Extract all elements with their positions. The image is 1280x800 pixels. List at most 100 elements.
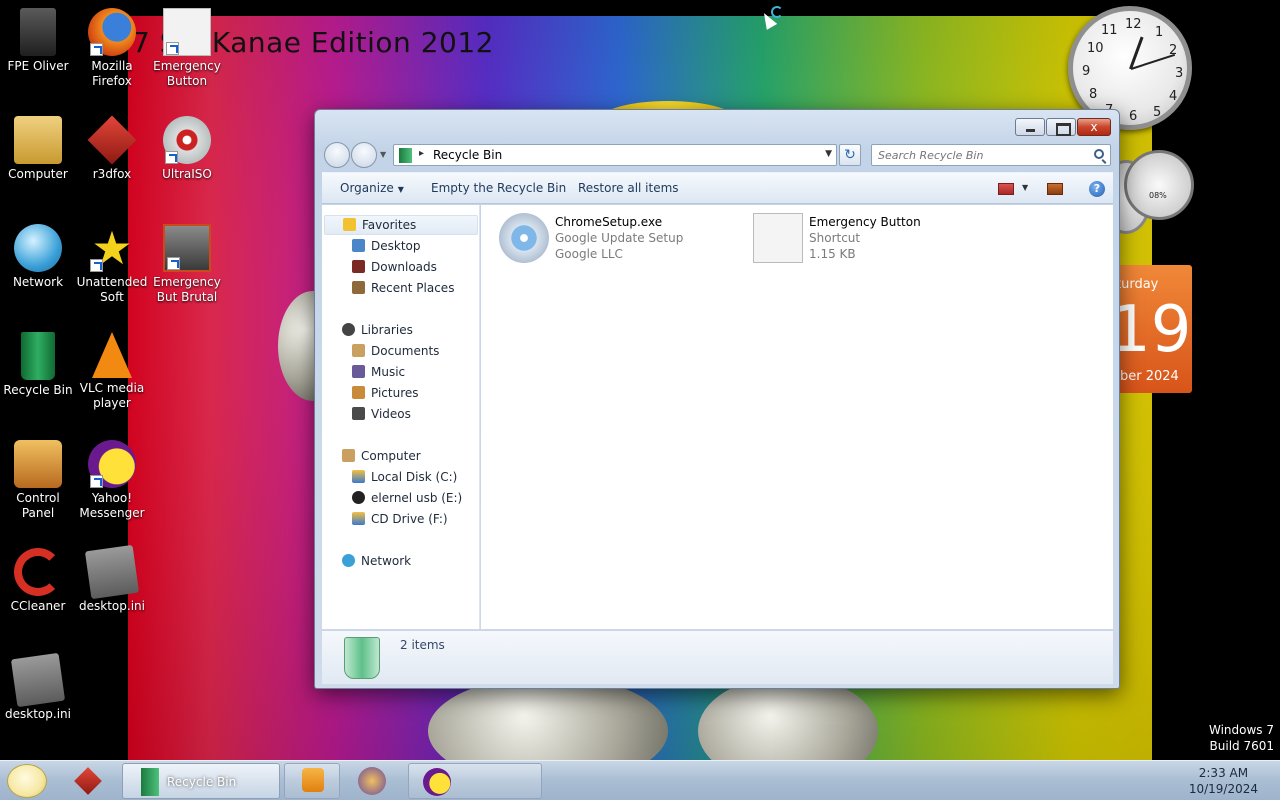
minimize-button[interactable] (1015, 118, 1045, 136)
view-options-dropdown[interactable]: ▼ (1022, 183, 1028, 192)
taskbar-recycle-bin[interactable]: Recycle Bin (122, 763, 280, 799)
close-icon: x (1090, 120, 1098, 134)
desktop-icon-fpe-oliver[interactable]: FPE Oliver (0, 8, 76, 74)
desktop-icon-label: Network (12, 275, 64, 289)
nav-local-disk[interactable]: Local Disk (C:) (352, 470, 457, 484)
clock-date: 10/19/2024 (1188, 782, 1258, 796)
recycle-bin-icon (141, 768, 159, 796)
restore-all-items-button[interactable]: Restore all items (578, 181, 679, 195)
desktop-icon-yahoo[interactable]: Yahoo! Messenger (74, 440, 150, 521)
taskbar-r3dfox[interactable] (60, 763, 120, 799)
desktop-icon-label: FPE Oliver (7, 59, 69, 73)
nav-computer[interactable]: Computer (342, 449, 421, 463)
desktop-icon-label: desktop.ini (5, 707, 71, 721)
help-icon[interactable]: ? (1089, 181, 1105, 197)
desktop-icon-ultraiso[interactable]: UltraISO (149, 116, 225, 182)
address-history-dropdown[interactable]: ▼ (825, 149, 832, 159)
computer-icon (14, 116, 62, 164)
computer-icon (342, 449, 355, 462)
system-clock[interactable]: 2:33 AM 10/19/2024 (1189, 765, 1258, 797)
chevron-down-icon: ▼ (397, 185, 404, 194)
nav-documents[interactable]: Documents (352, 344, 439, 358)
shortcut-icon (753, 213, 803, 263)
star-icon: ★ (90, 221, 133, 275)
file-size: 1.15 KB (809, 247, 856, 261)
taskbar-label: Recycle Bin (167, 775, 237, 789)
nav-label: Videos (371, 407, 411, 421)
nav-music[interactable]: Music (352, 365, 405, 379)
nav-network[interactable]: Network (342, 554, 411, 568)
nav-downloads[interactable]: Downloads (352, 260, 437, 274)
file-item[interactable]: ChromeSetup.exe Google Update Setup Goog… (499, 211, 749, 267)
nav-recent-places[interactable]: Recent Places (352, 281, 454, 295)
command-bar: Organize ▼ Empty the Recycle Bin Restore … (322, 172, 1113, 204)
organize-menu-button[interactable]: Organize ▼ (340, 181, 404, 195)
desktop-icon-firefox[interactable]: Mozilla Firefox (74, 8, 150, 89)
desktop-icon-control-panel[interactable]: Control Panel (0, 440, 76, 521)
preview-pane-icon[interactable] (1047, 183, 1063, 195)
nav-label: Desktop (371, 239, 421, 253)
emergency-button-icon (163, 8, 211, 56)
breadcrumb-recycle-bin[interactable]: Recycle Bin (433, 148, 502, 162)
desktop-icon-desktop-ini-2[interactable]: desktop.ini (0, 652, 76, 722)
search-box[interactable] (871, 144, 1111, 166)
yahoo-messenger-icon (88, 440, 136, 488)
nav-cd-drive[interactable]: CD Drive (F:) (352, 512, 448, 526)
desktop-icon-desktop-ini[interactable]: desktop.ini (74, 544, 150, 614)
address-bar[interactable]: ▸ Recycle Bin ▼ (393, 144, 837, 166)
clock-number: 12 (1125, 17, 1142, 32)
desktop-icon-emergency-brutal[interactable]: Emergency But Brutal (149, 224, 225, 305)
refresh-icon: ↻ (844, 147, 856, 163)
desktop-icon-emergency-button[interactable]: Emergency Button (149, 8, 225, 89)
clock-minute-hand (1130, 53, 1176, 70)
clock-time: 2:33 AM (1198, 766, 1249, 780)
empty-recycle-bin-button[interactable]: Empty the Recycle Bin (431, 181, 566, 195)
forward-button[interactable] (351, 142, 377, 168)
close-button[interactable]: x (1077, 118, 1111, 136)
search-icon[interactable] (1094, 149, 1104, 159)
windows-build-watermark: Windows 7 Build 7601 (1209, 722, 1274, 754)
file-description: Google Update Setup (555, 231, 684, 245)
recycle-bin-small-icon (399, 148, 412, 163)
desktop-icon-unattended-soft[interactable]: ★ Unattended Soft (74, 224, 150, 305)
desktop-icon-label: Emergency But Brutal (153, 275, 221, 304)
busy-spinner-icon (771, 6, 783, 18)
nav-libraries[interactable]: Libraries (342, 323, 413, 337)
taskbar-control-panel[interactable] (344, 763, 404, 799)
desktop-icon-vlc[interactable]: VLC media player (74, 332, 150, 411)
taskbar-yahoo-messenger[interactable] (408, 763, 542, 799)
file-name: Emergency Button (809, 215, 921, 229)
back-button[interactable] (324, 142, 350, 168)
desktop-icon-network[interactable]: Network (0, 224, 76, 290)
nav-favorites[interactable]: Favorites (324, 215, 478, 235)
nav-pictures[interactable]: Pictures (352, 386, 419, 400)
start-button[interactable] (7, 764, 47, 798)
nav-usb-drive[interactable]: elernel usb (E:) (352, 491, 462, 505)
recent-pages-dropdown[interactable]: ▼ (380, 150, 386, 159)
search-input[interactable] (872, 145, 1082, 165)
nav-videos[interactable]: Videos (352, 407, 411, 421)
nav-label: Computer (361, 449, 421, 463)
nav-label: Recent Places (371, 281, 455, 295)
refresh-button[interactable]: ↻ (839, 144, 861, 166)
desktop-icon-recycle-bin[interactable]: Recycle Bin (0, 332, 76, 398)
file-item[interactable]: Emergency Button Shortcut 1.15 KB (753, 211, 1003, 267)
desktop-icon-label: Recycle Bin (3, 383, 73, 397)
file-type: Shortcut (809, 231, 861, 245)
nav-desktop[interactable]: Desktop (352, 239, 421, 253)
clock-number: 1 (1155, 25, 1164, 40)
change-view-icon[interactable] (998, 183, 1014, 195)
nav-label: Music (371, 365, 406, 379)
calendar-gadget[interactable]: turday 19 ber 2024 (1110, 265, 1192, 393)
maximize-button[interactable] (1046, 118, 1076, 136)
firefox-icon (88, 8, 136, 56)
nav-label: Pictures (371, 386, 419, 400)
desktop-icon-r3dfox[interactable]: r3dfox (74, 115, 150, 182)
desktop-icon-ccleaner[interactable]: CCleaner (0, 548, 76, 614)
network-icon (342, 554, 355, 567)
ccleaner-icon (14, 548, 62, 596)
network-globe-icon (14, 224, 62, 272)
desktop-icon-computer[interactable]: Computer (0, 116, 76, 182)
breadcrumb-chevron-icon[interactable]: ▸ (419, 148, 424, 159)
taskbar-media-player[interactable] (284, 763, 340, 799)
